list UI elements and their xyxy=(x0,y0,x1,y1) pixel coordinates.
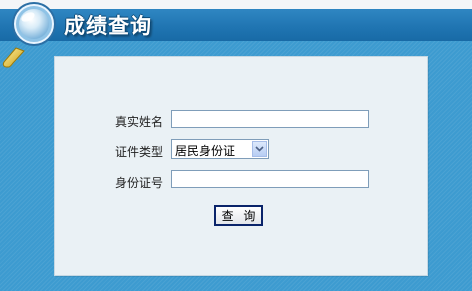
id-type-select[interactable]: 居民身份证 xyxy=(171,139,269,159)
name-label: 真实姓名 xyxy=(114,115,163,129)
id-type-selected-value: 居民身份证 xyxy=(175,144,236,158)
query-button[interactable]: 查 询 xyxy=(214,205,263,226)
page-title: 成绩查询 xyxy=(64,14,152,38)
chevron-down-icon[interactable] xyxy=(252,141,267,157)
id-number-label: 身份证号 xyxy=(114,176,163,190)
name-input[interactable] xyxy=(171,110,369,128)
id-number-input[interactable] xyxy=(171,170,369,188)
id-type-label: 证件类型 xyxy=(114,145,163,159)
query-panel: 真实姓名 证件类型 居民身份证 身份证号 xyxy=(54,56,428,276)
top-strip xyxy=(0,0,472,9)
